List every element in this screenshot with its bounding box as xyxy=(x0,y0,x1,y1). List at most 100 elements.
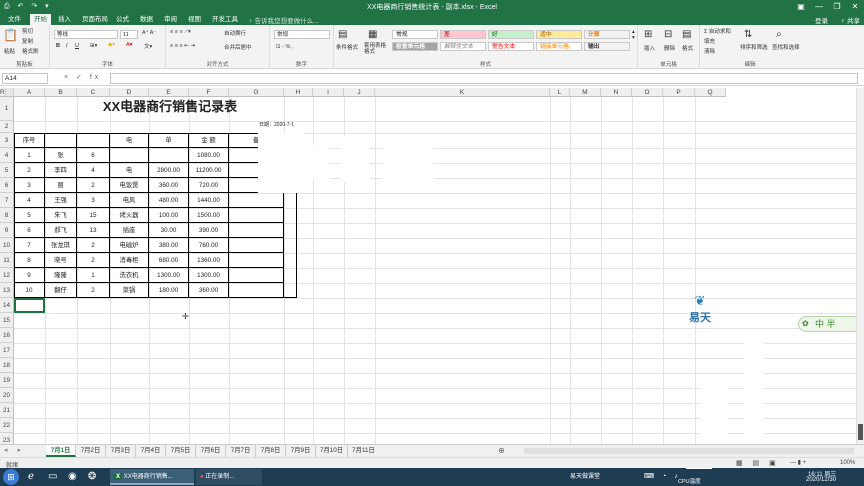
formula-input[interactable] xyxy=(110,73,858,84)
table-cell[interactable]: 1440.00 xyxy=(189,193,229,208)
sheet-tab[interactable]: 7月2日 xyxy=(76,445,106,457)
find-select-icon[interactable]: ⌕ xyxy=(776,29,782,40)
table-cell[interactable] xyxy=(229,238,284,253)
vertical-scroll-thumb[interactable] xyxy=(858,424,863,440)
style-bad[interactable]: 差 xyxy=(440,30,486,39)
cut-button[interactable]: 剪切 xyxy=(22,27,33,35)
sheet-tab[interactable]: 7月9日 xyxy=(286,445,316,457)
table-cell[interactable]: 李四 xyxy=(45,163,77,178)
row-header[interactable]: 1 xyxy=(0,97,14,121)
table-cell[interactable]: 电风 xyxy=(110,193,149,208)
maximize-button[interactable]: ❐ xyxy=(828,0,846,13)
table-cell[interactable]: 王强 xyxy=(45,193,77,208)
table-cell[interactable]: 晓号 xyxy=(45,253,77,268)
merge-center-button[interactable]: 合并后居中 xyxy=(224,43,252,51)
table-cell[interactable]: 1 xyxy=(14,148,45,163)
vertical-scrollbar[interactable] xyxy=(856,88,864,444)
table-cell[interactable]: 电 xyxy=(110,133,149,148)
sheet-tab[interactable]: 7月1日 xyxy=(46,445,76,457)
app-icon[interactable]: ❂ xyxy=(84,469,102,485)
table-cell[interactable]: 2800.00 xyxy=(149,163,189,178)
style-explanatory[interactable]: 解释性文本 xyxy=(440,42,486,51)
start-button[interactable]: ⊞ xyxy=(3,469,19,485)
style-neutral[interactable]: 适中 xyxy=(536,30,582,39)
table-cell[interactable]: 13 xyxy=(77,223,110,238)
table-cell[interactable]: 序号 xyxy=(14,133,45,148)
table-cell[interactable]: 张 xyxy=(45,148,77,163)
sheet-tab[interactable]: 7月5日 xyxy=(166,445,196,457)
underline-button[interactable]: U xyxy=(75,43,79,49)
table-cell[interactable] xyxy=(229,268,284,283)
tab-view[interactable]: 视图 xyxy=(184,14,205,25)
sheet-tab[interactable]: 7月3日 xyxy=(106,445,136,457)
insert-cells-icon[interactable]: ⊞ xyxy=(644,29,652,40)
row-header[interactable]: 22 xyxy=(0,418,14,433)
table-cell[interactable]: 1080.00 xyxy=(189,148,229,163)
table-cell[interactable]: 隆隆 xyxy=(45,268,77,283)
sheet-tab[interactable]: 7月8日 xyxy=(256,445,286,457)
table-cell[interactable]: 丽 xyxy=(45,178,77,193)
row-header[interactable]: 17 xyxy=(0,343,14,358)
table-cell[interactable]: 2 xyxy=(77,283,110,298)
table-cell[interactable] xyxy=(149,148,189,163)
conditional-format-button[interactable]: 条件格式 xyxy=(336,43,358,51)
style-normal[interactable]: 常规 xyxy=(392,30,438,39)
format-cells-button[interactable]: 格式 xyxy=(682,44,693,52)
style-output[interactable]: 输出 xyxy=(584,42,630,51)
clear-button[interactable]: 清除 xyxy=(704,47,715,55)
table-cell[interactable]: 金 额 xyxy=(189,133,229,148)
row-header[interactable]: 19 xyxy=(0,373,14,388)
table-cell[interactable]: 5 xyxy=(14,208,45,223)
add-sheet-icon[interactable]: ⊕ xyxy=(498,446,505,455)
fill-color-icon[interactable]: ◆▾ xyxy=(108,42,115,48)
table-cell[interactable]: 1 xyxy=(77,268,110,283)
delete-cells-button[interactable]: 删除 xyxy=(664,44,675,52)
table-cell[interactable]: 翻仔 xyxy=(45,283,77,298)
table-cell[interactable]: 消毒柜 xyxy=(110,253,149,268)
horizontal-scrollbar[interactable] xyxy=(524,448,854,454)
column-header[interactable]: F xyxy=(189,88,229,97)
table-cell[interactable]: 100.00 xyxy=(149,208,189,223)
table-cell[interactable]: 单 xyxy=(149,133,189,148)
table-cell[interactable]: 1500.00 xyxy=(189,208,229,223)
table-cell[interactable]: 180.00 xyxy=(149,283,189,298)
font-name-select[interactable]: 等线 xyxy=(54,30,118,39)
column-header[interactable]: M xyxy=(570,88,601,97)
column-header[interactable]: J xyxy=(344,88,375,97)
column-header[interactable]: L xyxy=(550,88,570,97)
tab-developer[interactable]: 开发工具 xyxy=(208,14,242,25)
table-cell[interactable]: 烤火器 xyxy=(110,208,149,223)
table-cell[interactable]: 30.00 xyxy=(149,223,189,238)
column-header[interactable]: K xyxy=(375,88,550,97)
table-cell[interactable]: 4 xyxy=(14,193,45,208)
table-cell[interactable]: 洗衣机 xyxy=(110,268,149,283)
row-header[interactable]: 4 xyxy=(0,148,14,163)
find-select-button[interactable]: 查找和选择 xyxy=(772,43,800,51)
ime-indicator[interactable]: ✿ 中 半 xyxy=(798,316,864,332)
table-cell[interactable]: 1300.00 xyxy=(189,268,229,283)
border-icon[interactable]: ⊞▾ xyxy=(90,43,97,49)
sheet-tab[interactable]: 7月7日 xyxy=(226,445,256,457)
style-warning[interactable]: 警告文本 xyxy=(488,42,534,51)
column-header[interactable]: C xyxy=(77,88,110,97)
table-cell[interactable]: 电饭煲 xyxy=(110,178,149,193)
column-header[interactable]: H xyxy=(284,88,313,97)
table-cell[interactable]: 3 xyxy=(14,178,45,193)
row-header[interactable]: 16 xyxy=(0,328,14,343)
column-header[interactable]: A xyxy=(14,88,45,97)
column-header[interactable]: R xyxy=(0,88,6,97)
tab-file[interactable]: 文件 xyxy=(4,14,25,25)
font-size-select[interactable]: 11 xyxy=(120,30,138,39)
delete-cells-icon[interactable]: ⊟ xyxy=(664,29,672,40)
fill-button[interactable]: 填充 xyxy=(704,37,715,45)
paste-button[interactable]: 粘贴 xyxy=(4,47,15,55)
tab-home[interactable]: 开始 xyxy=(30,14,51,25)
taskbar-recording-button[interactable]: ● 正在录制... xyxy=(196,469,262,485)
tab-page-layout[interactable]: 页面布局 xyxy=(78,14,112,25)
format-cells-icon[interactable]: ▤ xyxy=(682,29,691,40)
column-header[interactable]: E xyxy=(149,88,189,97)
table-cell[interactable]: 电 xyxy=(110,163,149,178)
column-header[interactable]: B xyxy=(45,88,77,97)
table-cell[interactable] xyxy=(45,133,77,148)
table-cell[interactable] xyxy=(77,133,110,148)
